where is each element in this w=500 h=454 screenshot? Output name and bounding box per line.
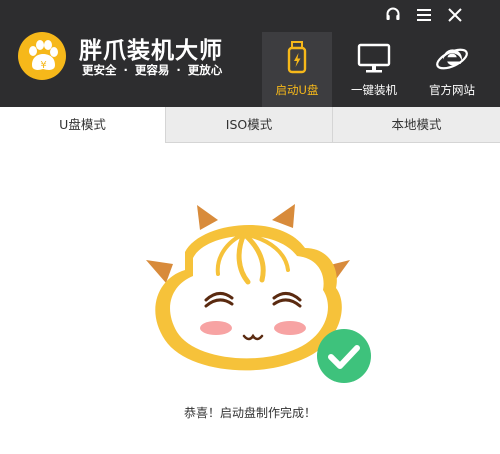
ie-browser-icon [434, 40, 470, 76]
close-icon[interactable] [446, 6, 464, 24]
mode-tabs: U盘模式 ISO模式 本地模式 [0, 107, 500, 143]
nav-official-website[interactable]: 官方网站 [417, 32, 487, 107]
app-title: 胖爪装机大师 [79, 38, 223, 64]
monitor-icon [356, 40, 392, 76]
title-bar: ¥ 胖爪装机大师 更安全 · 更容易 · 更放心 启动U盘 一键装机 官方网站 [0, 0, 500, 107]
usb-drive-icon [279, 40, 315, 76]
slogan-safe: 更安全 [82, 63, 117, 77]
slogan-separator: · [176, 63, 181, 77]
nav-label: 官方网站 [429, 83, 475, 97]
hamburger-menu-icon[interactable] [415, 6, 433, 24]
nav-usb-boot[interactable]: 启动U盘 [262, 32, 332, 107]
headset-icon[interactable] [384, 6, 402, 24]
svg-text:¥: ¥ [40, 60, 46, 71]
slogan-assured: 更放心 [187, 63, 223, 77]
tab-iso-mode[interactable]: ISO模式 [166, 107, 333, 142]
status-message: 恭喜！启动盘制作完成！ [183, 406, 316, 420]
tab-usb-mode[interactable]: U盘模式 [0, 107, 166, 143]
success-check-icon [316, 328, 372, 384]
nav-label: 启动U盘 [275, 83, 319, 97]
slogan-easy: 更容易 [134, 63, 170, 77]
tab-local-mode[interactable]: 本地模式 [333, 107, 500, 142]
nav-label: 一键装机 [351, 83, 397, 97]
paw-icon: ¥ [18, 32, 66, 80]
slogan-separator: · [123, 63, 128, 77]
brand-slogan: 更安全 · 更容易 · 更放心 [82, 62, 222, 78]
nav-one-click-install[interactable]: 一键装机 [339, 32, 409, 107]
